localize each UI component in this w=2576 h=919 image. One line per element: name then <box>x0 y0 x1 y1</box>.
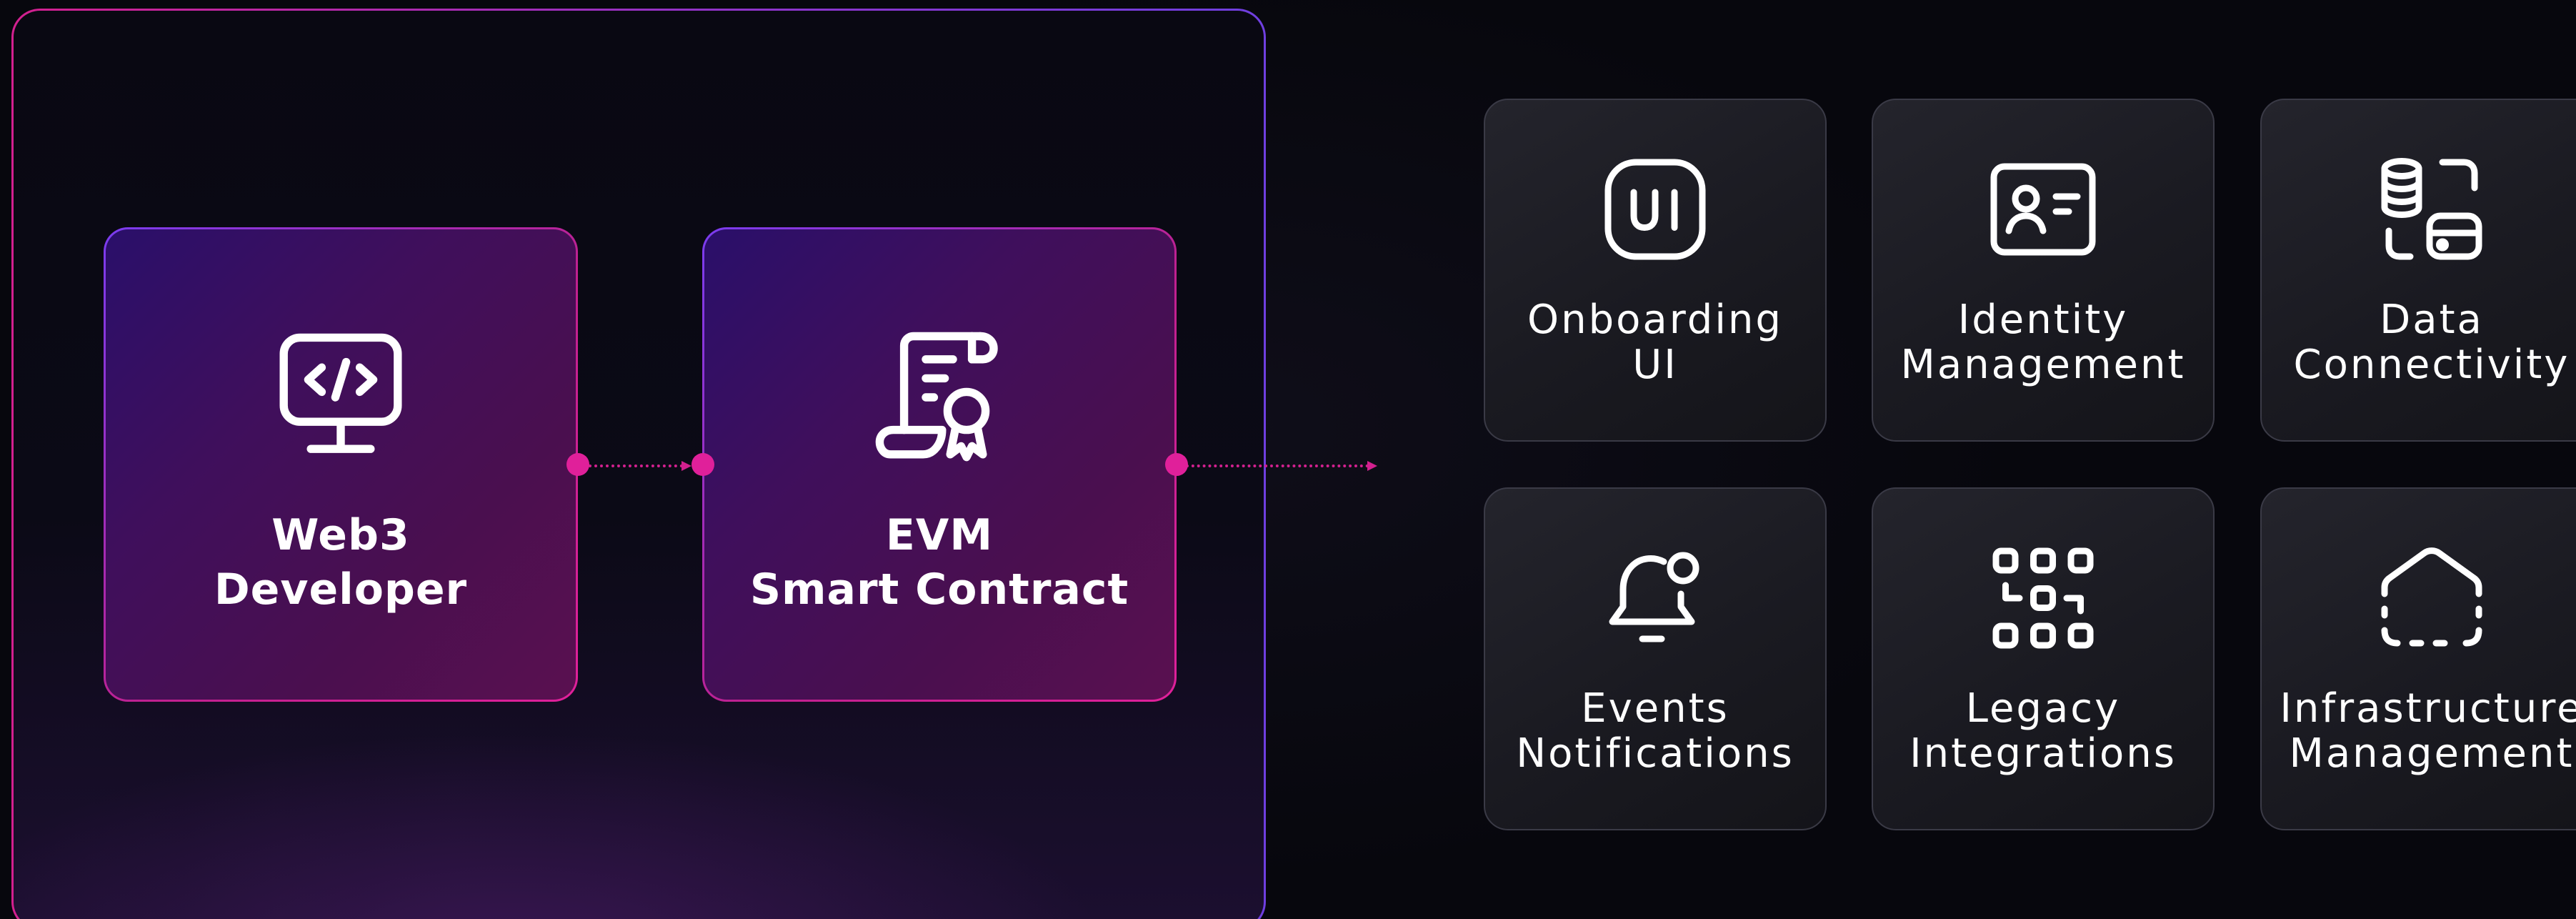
database-link-icon <box>2378 156 2485 263</box>
service-label-line-1: Identity <box>1957 297 2129 343</box>
service-label-line-2: Notifications <box>1516 730 1794 777</box>
node-title: Web3 Developer <box>214 508 467 617</box>
node-title-line-1: Web3 <box>271 510 410 560</box>
ui-badge-icon <box>1602 156 1709 263</box>
connector-evm-to-services <box>1186 465 1369 470</box>
service-label: Data Connectivity <box>2294 297 2570 387</box>
service-card-events-notifications: Events Notifications <box>1484 487 1827 830</box>
service-card-identity-management: Identity Management <box>1872 99 2215 442</box>
service-card-legacy-integrations: Legacy Integrations <box>1872 487 2215 830</box>
connector-dot-web3-out <box>566 453 589 476</box>
service-label-line-2: Management <box>2289 730 2575 777</box>
service-label-line-2: UI <box>1632 342 1678 388</box>
monitor-code-icon <box>273 329 409 465</box>
node-evm-smart-contract: EVM Smart Contract <box>702 227 1177 702</box>
node-title-line-2: Smart Contract <box>749 565 1129 615</box>
id-card-icon <box>1990 156 2097 263</box>
diagram-canvas: Web3 Developer EVM Smart Contract Onboar… <box>0 0 2576 919</box>
node-web3-developer: Web3 Developer <box>104 227 578 702</box>
service-label-line-1: Data <box>2380 297 2484 343</box>
service-card-onboarding-ui: Onboarding UI <box>1484 99 1827 442</box>
service-card-data-connectivity: Data Connectivity <box>2260 99 2576 442</box>
node-title-line-1: EVM <box>885 510 994 560</box>
service-card-infrastructure-management: Infrastructure Management <box>2260 487 2576 830</box>
service-label-line-1: Onboarding <box>1527 297 1783 343</box>
house-outline-icon <box>2378 545 2485 652</box>
service-label: Onboarding UI <box>1527 297 1783 387</box>
node-title-line-2: Developer <box>214 565 468 615</box>
service-label-line-2: Integrations <box>1909 730 2177 777</box>
service-label-line-1: Legacy <box>1965 685 2121 732</box>
arrowhead-to-evm <box>682 461 692 471</box>
connector-web3-to-evm <box>589 465 683 470</box>
service-label-line-1: Events <box>1581 685 1729 732</box>
service-label: Identity Management <box>1901 297 2186 387</box>
connector-dot-evm-out <box>1165 453 1188 476</box>
connector-dot-evm-in <box>692 453 714 476</box>
node-title: EVM Smart Contract <box>750 508 1129 617</box>
service-label: Infrastructure Management <box>2280 686 2576 776</box>
service-label-line-2: Connectivity <box>2293 342 2570 388</box>
bell-icon <box>1602 545 1709 652</box>
service-label-line-1: Infrastructure <box>2280 685 2576 732</box>
service-label: Legacy Integrations <box>1909 686 2177 776</box>
service-label-line-2: Management <box>1900 342 2186 388</box>
certificate-scroll-icon <box>872 329 1007 465</box>
arrowhead-to-services <box>1367 461 1377 471</box>
service-label: Events Notifications <box>1516 686 1794 776</box>
grid-blocks-icon <box>1990 545 2097 652</box>
